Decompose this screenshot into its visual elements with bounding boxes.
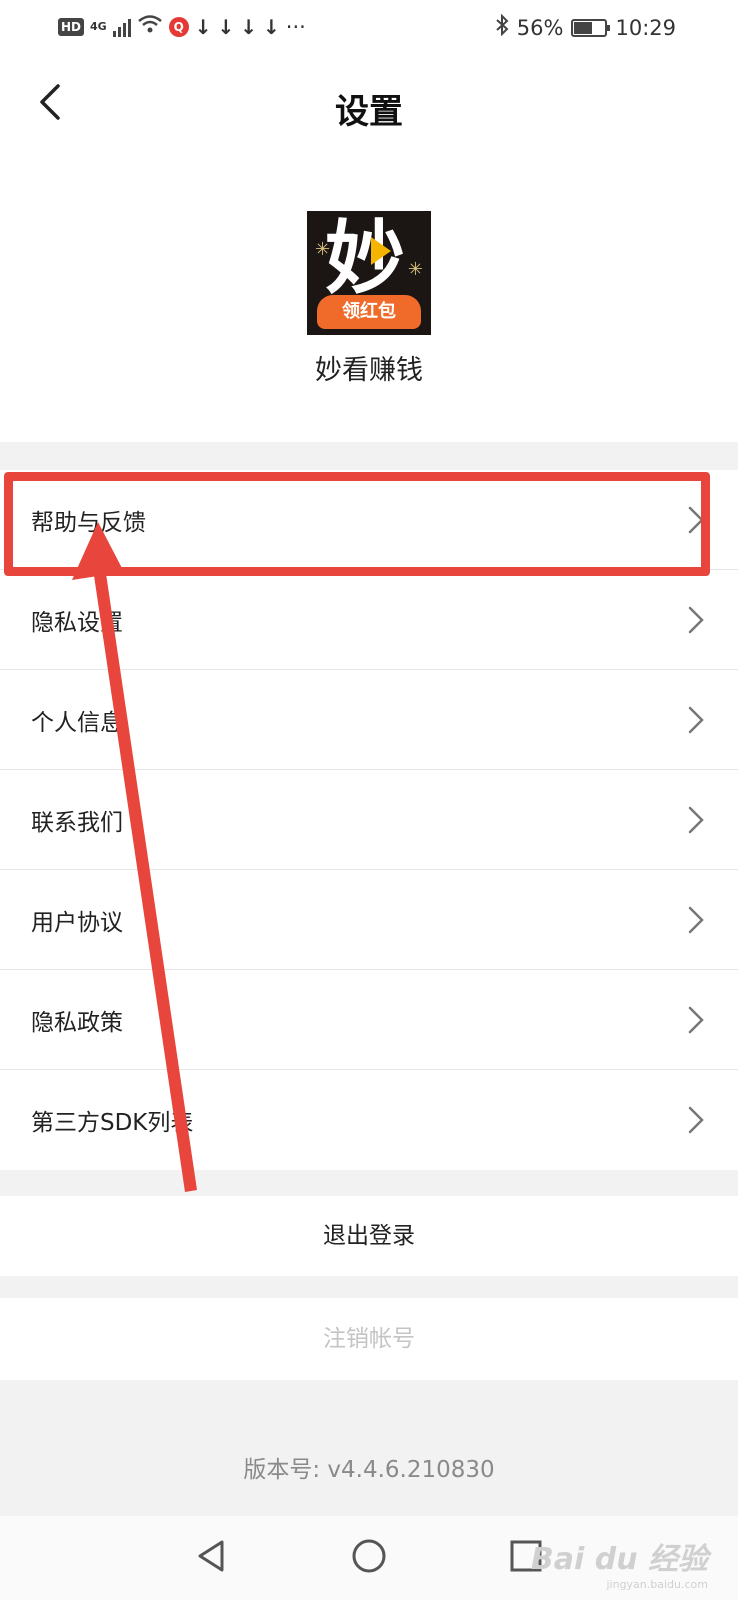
watermark-brand: Bai du 经验	[530, 1542, 708, 1577]
watermark-url: jingyan.baidu.com	[606, 1578, 708, 1591]
wifi-icon	[137, 14, 163, 39]
nav-back-button[interactable]	[192, 1536, 232, 1576]
download-icon: ↓	[194, 14, 212, 39]
download-icon: ↓	[240, 14, 257, 39]
version-label: 版本号: v4.4.6.210830	[243, 1457, 495, 1483]
menu-item-user-agreement[interactable]: 用户协议	[0, 870, 738, 970]
chevron-right-icon	[686, 705, 706, 735]
chevron-right-icon	[686, 805, 706, 835]
menu-item-label: 第三方SDK列表	[31, 1110, 194, 1136]
app-logo-banner: 领红包	[317, 295, 421, 329]
download-icon: ↓	[217, 14, 235, 39]
menu-item-label: 个人信息	[31, 709, 123, 736]
menu-item-privacy-settings[interactable]: 隐私设置	[0, 570, 738, 670]
settings-header: 设置 ✳ ✳ 妙 领红包 妙看赚钱	[0, 56, 738, 442]
download-icon: ↓	[263, 14, 280, 39]
logout-button[interactable]: 退出登录	[0, 1196, 738, 1276]
signal-icon	[112, 17, 131, 37]
bluetooth-icon	[495, 13, 509, 41]
cancel-account-button[interactable]: 注销帐号	[0, 1298, 738, 1380]
triangle-back-icon	[198, 1540, 224, 1572]
chevron-right-icon	[686, 1005, 706, 1035]
chevron-right-icon	[686, 905, 706, 935]
menu-item-label: 用户协议	[31, 909, 123, 936]
menu-item-help-feedback[interactable]: 帮助与反馈	[0, 470, 738, 570]
menu-item-label: 隐私设置	[31, 609, 123, 636]
status-bar: HD 4G Q ↓ ↓ ↓ ↓ ··· 56% 10:29	[0, 0, 738, 56]
battery-fill	[574, 21, 593, 34]
baidu-watermark: Bai du 经验 jingyan.baidu.com	[531, 1534, 708, 1591]
battery-icon	[571, 18, 611, 37]
page-title: 设置	[335, 92, 403, 132]
hd-icon: HD	[58, 17, 85, 36]
clock: 10:29	[615, 15, 676, 40]
menu-item-label: 隐私政策	[31, 1009, 123, 1036]
network-type-label: 4G	[90, 20, 107, 33]
app-name: 妙看赚钱	[315, 355, 423, 386]
menu-item-privacy-policy[interactable]: 隐私政策	[0, 970, 738, 1070]
chevron-right-icon	[686, 1105, 706, 1135]
menu-item-contact-us[interactable]: 联系我们	[0, 770, 738, 870]
menu-item-label: 联系我们	[31, 809, 123, 836]
settings-menu: 帮助与反馈 隐私设置 个人信息 联系我们 用户协议 隐私政策 第三方SDK列表	[0, 470, 738, 1170]
system-nav-bar: Bai du 经验 jingyan.baidu.com	[0, 1516, 738, 1600]
status-right: 56% 10:29	[495, 13, 676, 41]
app-logo-char: 妙	[325, 212, 405, 305]
more-notifications-icon: ···	[285, 14, 306, 39]
menu-item-third-party-sdk[interactable]: 第三方SDK列表	[0, 1070, 738, 1170]
play-icon	[371, 237, 391, 265]
nav-home-button[interactable]	[349, 1536, 389, 1576]
menu-item-label: 帮助与反馈	[31, 509, 146, 536]
menu-item-personal-info[interactable]: 个人信息	[0, 670, 738, 770]
sparkle-icon: ✳	[407, 259, 423, 280]
battery-percent: 56%	[516, 15, 564, 40]
app-notification-icon: Q	[168, 16, 189, 37]
status-left: HD 4G Q ↓ ↓ ↓ ↓ ···	[58, 14, 306, 39]
circle-home-icon	[352, 1539, 386, 1573]
app-logo: ✳ ✳ 妙 领红包	[307, 211, 431, 335]
chevron-right-icon	[686, 605, 706, 635]
chevron-right-icon	[686, 505, 706, 535]
